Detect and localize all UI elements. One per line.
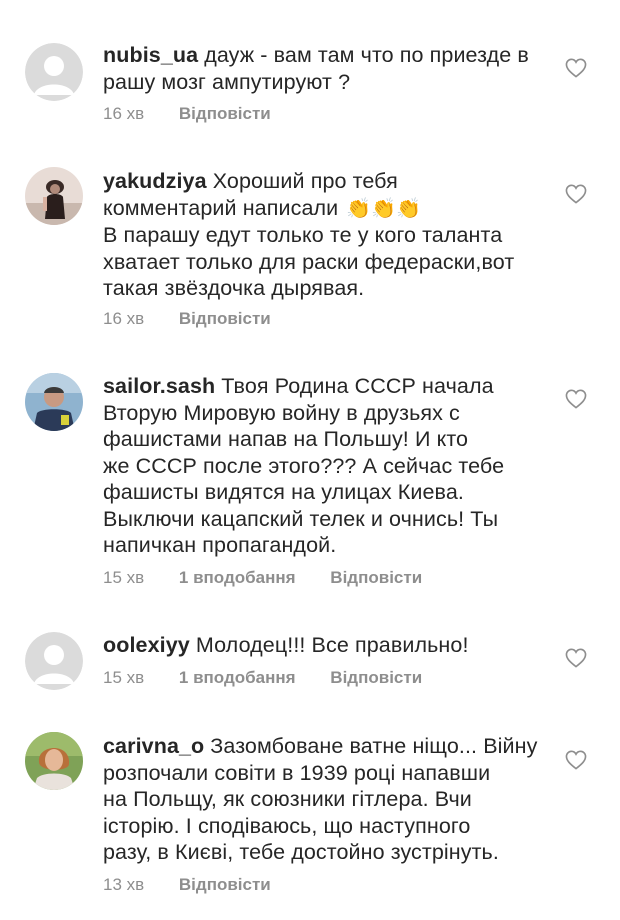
comment-line: такая звёздочка дырявая.	[103, 276, 365, 300]
clapping-hands-emoji: 👏👏👏	[346, 197, 422, 220]
reply-button[interactable]: Відповісти	[330, 568, 422, 588]
comment-text: yakudziya Хороший про тебя комментарий на…	[103, 168, 543, 302]
user-photo-icon	[25, 732, 83, 790]
comment-line: разу, в Києві, тебе достойно зустрінуть.	[103, 840, 499, 864]
likes-count[interactable]: 1 вподобання	[179, 568, 296, 588]
reply-button[interactable]: Відповісти	[179, 104, 271, 124]
comment-text: sailor.sash Твоя Родина СССР начала Втору…	[103, 373, 543, 559]
reply-button[interactable]: Відповісти	[330, 668, 422, 688]
comment-username[interactable]: carivna_o	[103, 734, 204, 758]
avatar[interactable]	[25, 167, 83, 225]
comment-line: Хороший про тебя	[212, 169, 398, 193]
comment-line: Выключи кацапский телек и очнись! Ты	[103, 506, 499, 531]
heart-outline-icon[interactable]	[565, 184, 587, 204]
comment-username[interactable]: oolexiyy	[103, 633, 190, 657]
heart-outline-icon[interactable]	[565, 58, 587, 78]
comment-line: комментарий написали	[103, 195, 339, 220]
reply-button[interactable]: Відповісти	[179, 875, 271, 895]
comment-line: фашисты видятся на улицах Киева.	[103, 480, 464, 504]
comment-username[interactable]: yakudziya	[103, 169, 207, 193]
comment-time: 15 хв	[103, 668, 145, 687]
comment-line: же СССР после этого??? А сейчас тебе	[103, 453, 505, 478]
comment-meta: 16 хв Відповісти	[103, 309, 271, 329]
likes-count[interactable]: 1 вподобання	[179, 668, 296, 688]
heart-outline-icon[interactable]	[565, 648, 587, 668]
comment-meta: 15 хв 1 вподобання Відповісти	[103, 568, 422, 588]
comment-time: 15 хв	[103, 568, 145, 587]
avatar[interactable]	[25, 43, 83, 101]
avatar[interactable]	[25, 732, 83, 790]
comment-line: напичкан пропагандой.	[103, 533, 337, 557]
comment-line: рашу мозг ампутируют ?	[103, 69, 351, 94]
comment-meta: 15 хв 1 вподобання Відповісти	[103, 668, 422, 688]
comment-line: на Польщу, як союзники гітлера. Вчи	[103, 787, 472, 811]
comment-line: розпочали совіти в 1939 році напавши	[103, 760, 491, 785]
comment-text: oolexiyy Молодец!!! Все правильно!	[103, 632, 543, 659]
comment-meta: 16 хв Відповісти	[103, 104, 271, 124]
comment-line: Вторую Мировую войну в друзьях с	[103, 400, 460, 425]
comment-line: хватает только для раски федераски,вот	[103, 249, 515, 274]
comment-text: nubis_ua дауж - вам там что по приезде в …	[103, 42, 543, 95]
comment-text: carivna_o Зазомбоване ватне ніщо... Війну…	[103, 733, 543, 866]
comment-line: дауж - вам там что по приезде в	[204, 43, 529, 67]
comment-time: 13 хв	[103, 875, 145, 894]
user-photo-icon	[25, 167, 83, 225]
avatar[interactable]	[25, 373, 83, 431]
user-photo-icon	[25, 373, 83, 431]
comment-time: 16 хв	[103, 309, 145, 328]
heart-outline-icon[interactable]	[565, 750, 587, 770]
comment-line: В парашу едут только те у кого таланта	[103, 223, 503, 247]
comment-time: 16 хв	[103, 104, 145, 123]
comment-username[interactable]: sailor.sash	[103, 374, 215, 398]
comment-line: історію. І сподіваюсь, що наступного	[103, 813, 471, 838]
comment-username[interactable]: nubis_ua	[103, 43, 198, 67]
comment-line: фашистами напав на Польшу! И кто	[103, 427, 469, 451]
avatar[interactable]	[25, 632, 83, 690]
comment-meta: 13 хв Відповісти	[103, 875, 271, 895]
user-silhouette-icon	[25, 43, 83, 101]
comment-line: Молодец!!! Все правильно!	[195, 633, 469, 657]
comment-line: Зазомбоване ватне ніщо... Війну	[210, 734, 538, 758]
heart-outline-icon[interactable]	[565, 389, 587, 409]
reply-button[interactable]: Відповісти	[179, 309, 271, 329]
user-silhouette-icon	[25, 632, 83, 690]
comment-line: Твоя Родина СССР начала	[221, 374, 494, 398]
